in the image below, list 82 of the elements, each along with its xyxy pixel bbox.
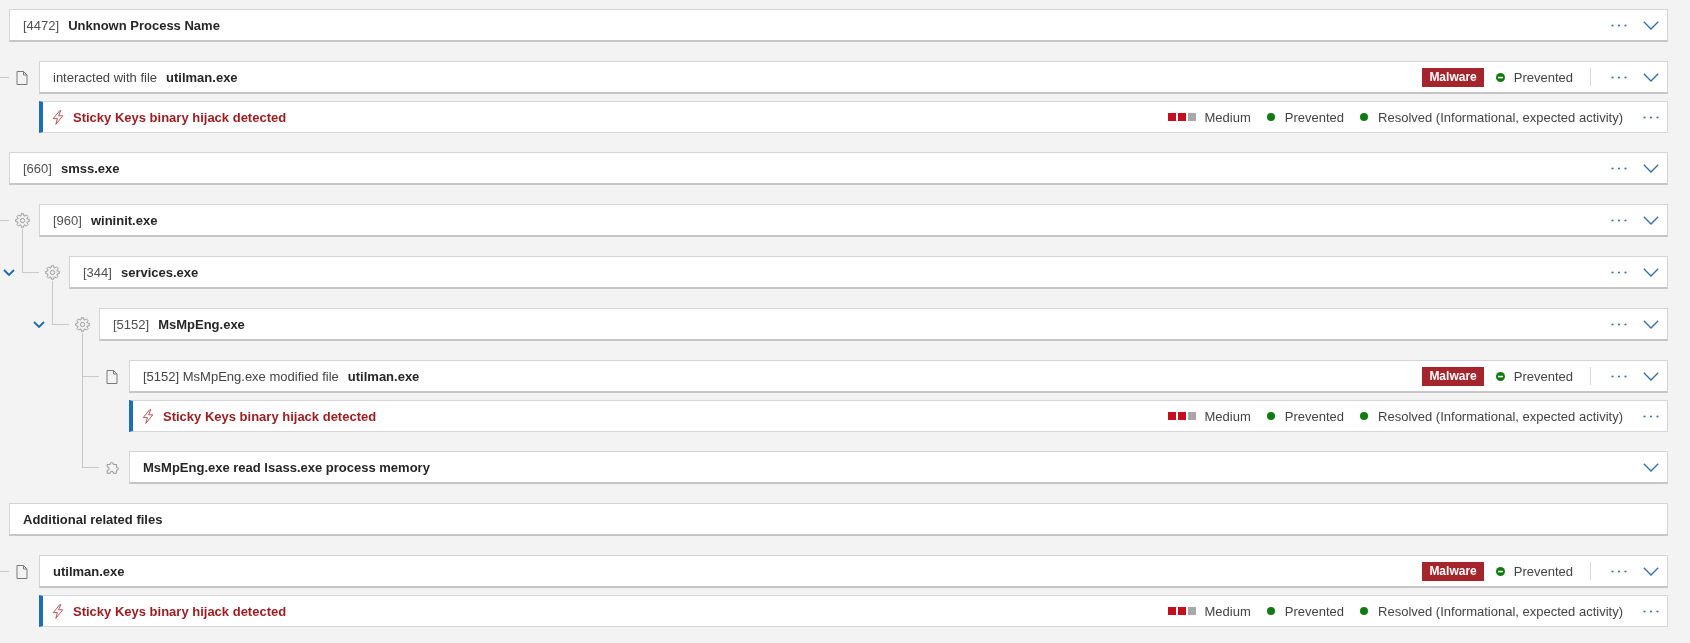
file-icon [106,369,118,384]
chevron-down-icon [1643,462,1659,472]
alert-title: Sticky Keys binary hijack detected [73,109,287,125]
process-id: [5152] [113,316,150,332]
lightning-icon [52,603,64,619]
chevron-down-icon [1643,72,1659,82]
chevron-down-icon [1643,319,1659,329]
process-name: wininit.exe [90,212,158,228]
file-icon [16,70,28,85]
minus-circle-icon [1495,72,1505,82]
status-dot [1266,607,1275,615]
file-icon [16,564,28,579]
ellipsis-icon [1643,609,1659,613]
file-action-text: interacted with file [53,69,158,85]
minus-circle-icon [1495,566,1505,576]
event-text: MsMpEng.exe read lsass.exe process memory [143,459,430,475]
status-text: Prevented [1284,109,1345,125]
threat-badge: Malware [1422,366,1484,386]
status-text: Resolved (Informational, expected activity) [1378,109,1623,125]
process-name: Unknown Process Name [68,17,220,33]
status-text: Prevented [1513,563,1573,579]
severity-label: Medium [1204,603,1251,619]
ellipsis-icon [1611,374,1627,378]
process-name: MsMpEng.exe [158,316,245,332]
tree-branch-line [82,376,99,377]
status-dot [1266,412,1275,420]
chevron-down-icon [1643,566,1659,576]
ellipsis-icon [1611,270,1627,274]
tree-connector [0,220,9,221]
gear-icon [14,213,30,228]
ellipsis-icon [1611,322,1627,326]
tree-connector [0,571,9,572]
chevron-down-icon [1643,163,1659,173]
chevron-down-icon [1643,371,1659,381]
status-text: Prevented [1513,69,1573,85]
gear-icon [74,317,90,332]
severity-label: Medium [1204,109,1251,125]
alert-title: Sticky Keys binary hijack detected [163,408,377,424]
file-name: utilman.exe [166,69,238,85]
status-dot [1360,607,1369,615]
file-action-text: [5152] MsMpEng.exe modified file [143,368,339,384]
ellipsis-icon [1611,166,1627,170]
ellipsis-icon [1611,569,1627,573]
minus-circle-icon [1495,371,1505,381]
puzzle-icon [105,460,119,475]
ellipsis-icon [1611,23,1627,27]
lightning-icon [52,109,64,125]
process-id: [4472] [23,17,60,33]
section-title: Additional related files [23,511,163,527]
process-name: smss.exe [60,160,120,176]
gear-icon [44,265,60,280]
ellipsis-icon [1643,414,1659,418]
severity-label: Medium [1204,408,1251,424]
chevron-down-icon [1643,215,1659,225]
alert-title: Sticky Keys binary hijack detected [73,603,287,619]
status-text: Resolved (Informational, expected activity) [1378,603,1623,619]
status-text: Prevented [1513,368,1573,384]
tree-connector [52,281,69,325]
status-text: Resolved (Informational, expected activity) [1378,408,1623,424]
ellipsis-icon [1611,218,1627,222]
status-text: Prevented [1284,603,1345,619]
file-name: utilman.exe [53,563,125,579]
lightning-icon [142,408,154,424]
threat-badge: Malware [1422,67,1484,87]
process-id: [960] [53,212,82,228]
status-dot [1360,412,1369,420]
process-id: [660] [23,160,52,176]
status-dot [1360,113,1369,121]
ellipsis-icon [1643,115,1659,119]
chevron-down-icon [1643,267,1659,277]
process-name: services.exe [120,264,199,280]
tree-connector [22,229,39,273]
tree-toggle-chevron-icon[interactable] [3,269,15,276]
status-dot [1266,113,1275,121]
file-name: utilman.exe [347,368,420,384]
tree-connector [0,77,9,78]
chevron-down-icon [1643,20,1659,30]
status-text: Prevented [1284,408,1345,424]
tree-toggle-chevron-icon[interactable] [33,321,45,328]
threat-badge: Malware [1422,561,1484,581]
process-id: [344] [83,264,112,280]
ellipsis-icon [1611,75,1627,79]
